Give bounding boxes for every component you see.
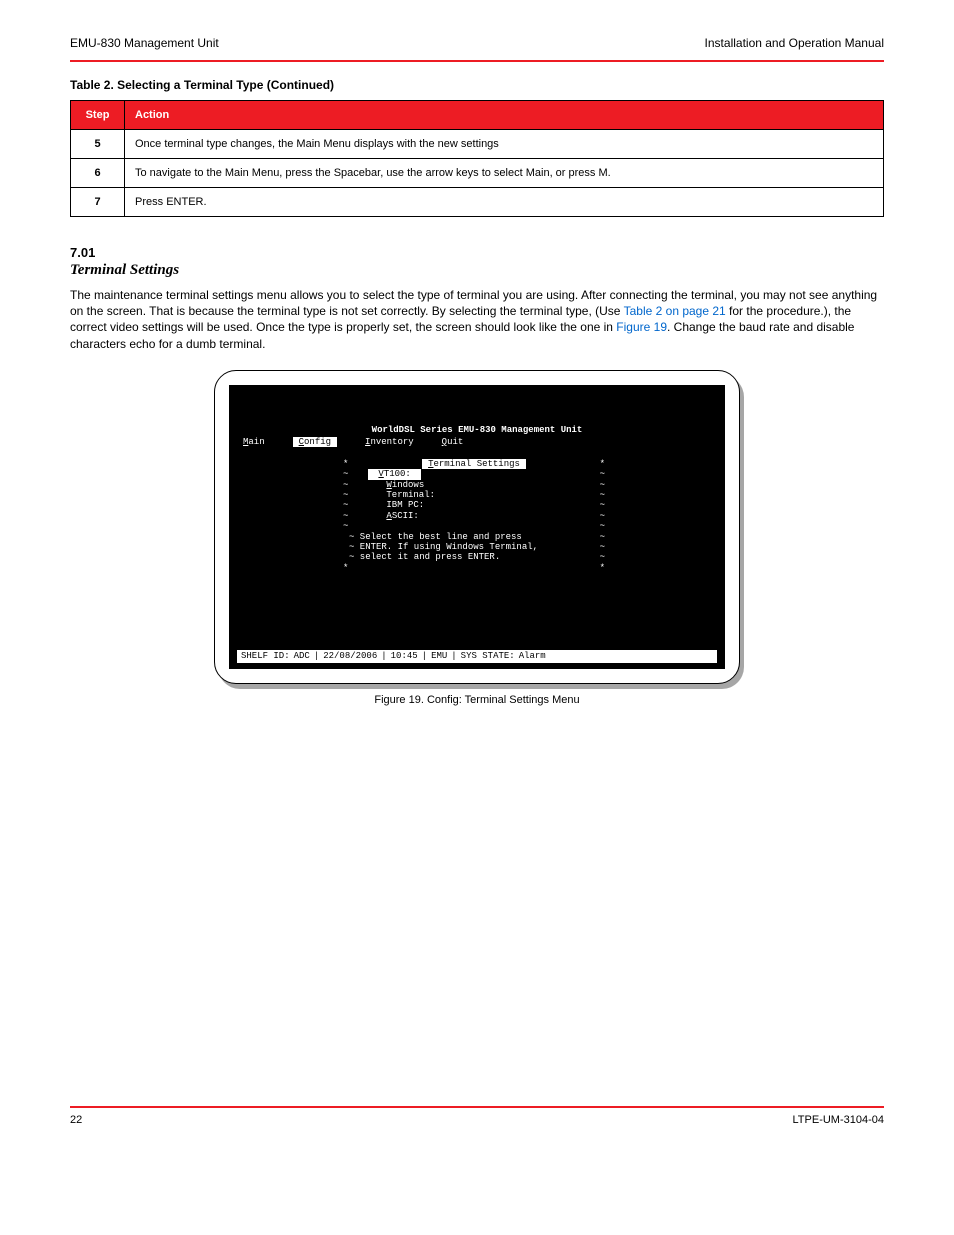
terminal-screenshot: WorldDSL Series EMU-830 Management Unit … (214, 370, 740, 684)
page-number: 22 (70, 1114, 82, 1126)
procedure-table: Step Action 5Once terminal type changes,… (70, 100, 884, 217)
section-title: Terminal Settings (70, 262, 884, 279)
dialog-help-line: ~ select it and press ENTER.~ (343, 552, 605, 562)
page-header: EMU-830 Management Unit Installation and… (70, 36, 884, 62)
menu-item-main[interactable]: Main (243, 437, 265, 447)
terminal-option[interactable]: Terminal: (348, 490, 599, 500)
terminal-menubar: Main Config Inventory Quit (243, 437, 463, 447)
table-row: 6To navigate to the Main Menu, press the… (71, 159, 884, 188)
cell-step: 7 (71, 188, 125, 217)
terminal-title: WorldDSL Series EMU-830 Management Unit (229, 425, 725, 435)
header-divider (70, 60, 884, 62)
section-body: The maintenance terminal settings menu a… (70, 287, 884, 352)
table-title: Table 2. Selecting a Terminal Type (Cont… (70, 78, 884, 92)
cell-action: To navigate to the Main Menu, press the … (125, 159, 884, 188)
terminal-option[interactable]: ASCII: (348, 511, 599, 521)
doc-id: LTPE-UM-3104-04 (793, 1114, 885, 1126)
figure-caption: Figure 19. Config: Terminal Settings Men… (70, 694, 884, 706)
terminal-option[interactable]: VT100: (368, 469, 420, 479)
status-mode: EMU (431, 651, 447, 661)
page-footer: 22 LTPE-UM-3104-04 (70, 1106, 884, 1126)
menu-item-config[interactable]: Config (293, 437, 337, 447)
footer-divider (70, 1106, 884, 1108)
table-row: 7Press ENTER. (71, 188, 884, 217)
terminal-dialog: ** Terminal Settings ~VT100:~~Windows~~T… (343, 459, 605, 573)
menu-item-quit[interactable]: Quit (442, 437, 464, 447)
status-state-label: SYS STATE: (461, 651, 515, 661)
col-action: Action (125, 101, 884, 130)
status-state-value: Alarm (519, 651, 546, 661)
cell-action: Once terminal type changes, the Main Men… (125, 130, 884, 159)
table-row: 5Once terminal type changes, the Main Me… (71, 130, 884, 159)
status-date: 22/08/2006 (323, 651, 377, 661)
header-left: EMU-830 Management Unit (70, 36, 219, 50)
status-shelf-value: ADC (294, 651, 310, 661)
cell-step: 6 (71, 159, 125, 188)
terminal-option[interactable]: Windows (348, 480, 599, 490)
header-right: Installation and Operation Manual (705, 36, 884, 50)
cell-step: 5 (71, 130, 125, 159)
dialog-help-line: ~ ENTER. If using Windows Terminal,~ (343, 542, 605, 552)
menu-item-inventory[interactable]: Inventory (365, 437, 414, 447)
status-time: 10:45 (391, 651, 418, 661)
col-step: Step (71, 101, 125, 130)
dialog-title: Terminal Settings (422, 459, 526, 469)
cell-action: Press ENTER. (125, 188, 884, 217)
terminal-status-bar: SHELF ID: ADC | 22/08/2006 | 10:45 | EMU… (237, 650, 717, 662)
status-shelf-label: SHELF ID: (241, 651, 290, 661)
terminal-option[interactable]: IBM PC: (348, 500, 599, 510)
dialog-help-line: ~ Select the best line and press~ (343, 532, 605, 542)
section-number: 7.01 (70, 245, 884, 260)
